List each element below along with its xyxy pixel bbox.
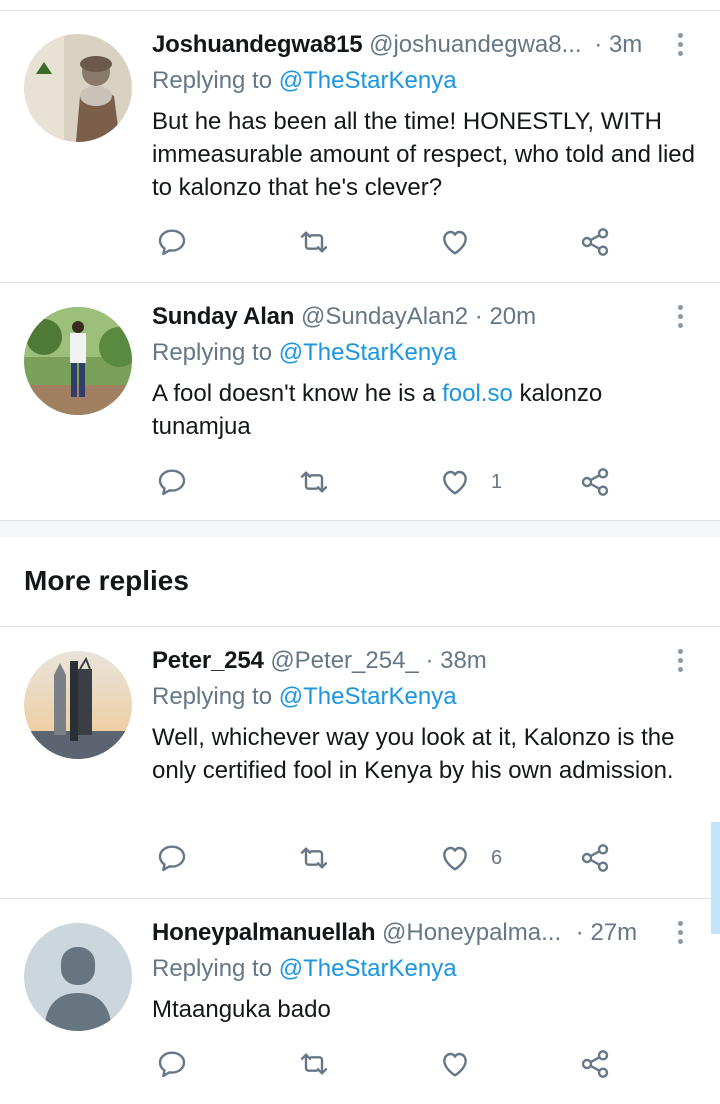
retweet-icon bbox=[300, 471, 328, 493]
retweet-icon bbox=[300, 1053, 328, 1075]
like-count: 6 bbox=[491, 846, 503, 869]
retweet-button[interactable] bbox=[298, 462, 330, 502]
replying-to-label: Replying to bbox=[152, 683, 273, 710]
share-icon bbox=[581, 844, 609, 872]
timestamp[interactable]: · 20m bbox=[475, 303, 536, 330]
share-button[interactable] bbox=[579, 838, 611, 878]
scrollbar[interactable] bbox=[711, 822, 720, 934]
avatar[interactable] bbox=[24, 307, 132, 415]
tweet-text: A fool doesn't know he is a fool.so kalo… bbox=[152, 377, 697, 443]
retweet-icon bbox=[300, 847, 328, 869]
timestamp[interactable]: · 27m bbox=[576, 919, 637, 946]
share-button[interactable] bbox=[579, 1044, 611, 1084]
top-divider bbox=[0, 10, 720, 11]
more-options-icon[interactable] bbox=[672, 30, 688, 60]
replying-to: Replying to @TheStarKenya bbox=[152, 66, 457, 96]
replying-to-link[interactable]: @TheStarKenya bbox=[279, 67, 457, 94]
replying-to-link[interactable]: @TheStarKenya bbox=[279, 683, 457, 710]
retweet-button[interactable] bbox=[298, 1044, 330, 1084]
more-options-icon[interactable] bbox=[672, 646, 688, 676]
replying-to-label: Replying to bbox=[152, 955, 273, 982]
avatar[interactable] bbox=[24, 923, 132, 1031]
like-icon bbox=[443, 846, 467, 871]
tweet-text: Well, whichever way you look at it, Kalo… bbox=[152, 724, 675, 784]
like-button[interactable] bbox=[439, 1044, 491, 1084]
reply-icon bbox=[158, 845, 186, 872]
user-handle[interactable]: @joshuandegwa8... bbox=[369, 31, 582, 58]
replying-to-label: Replying to bbox=[152, 67, 273, 94]
replying-to-link[interactable]: @TheStarKenya bbox=[279, 955, 457, 982]
like-icon bbox=[443, 470, 467, 495]
default-avatar-icon bbox=[24, 923, 132, 1031]
tweet-text-start: A fool doesn't know he is a bbox=[152, 380, 443, 407]
reply-button[interactable] bbox=[156, 1044, 188, 1084]
retweet-button[interactable] bbox=[298, 838, 330, 878]
reply-icon bbox=[158, 469, 186, 496]
share-button[interactable] bbox=[579, 462, 611, 502]
timestamp[interactable]: · 3m bbox=[594, 31, 642, 58]
share-button[interactable] bbox=[579, 222, 611, 262]
tweet-header: Peter_254 @Peter_254_ · 38m bbox=[152, 646, 487, 676]
divider bbox=[0, 626, 720, 627]
replying-to: Replying to @TheStarKenya bbox=[152, 682, 457, 712]
avatar[interactable] bbox=[24, 651, 132, 759]
reply-button[interactable] bbox=[156, 462, 188, 502]
replying-to: Replying to @TheStarKenya bbox=[152, 338, 457, 368]
like-count: 1 bbox=[491, 470, 503, 493]
display-name[interactable]: Honeypalmanuellah bbox=[152, 919, 376, 946]
more-options-icon[interactable] bbox=[672, 918, 688, 948]
tweet-header: Sunday Alan @SundayAlan2 · 20m bbox=[152, 302, 536, 332]
like-button[interactable]: 1 bbox=[439, 462, 502, 502]
reply-icon bbox=[158, 229, 186, 256]
replying-to-label: Replying to bbox=[152, 339, 273, 366]
like-button[interactable] bbox=[439, 222, 491, 262]
like-icon bbox=[443, 1052, 467, 1077]
avatar[interactable] bbox=[24, 34, 132, 142]
avatar-image bbox=[24, 651, 132, 759]
timestamp[interactable]: · 38m bbox=[425, 647, 486, 674]
retweet-button[interactable] bbox=[298, 222, 330, 262]
section-gap bbox=[0, 521, 720, 537]
tweet-link[interactable]: fool.so bbox=[442, 380, 513, 407]
display-name[interactable]: Joshuandegwa815 bbox=[152, 31, 363, 58]
share-icon bbox=[581, 1050, 609, 1078]
reply-button[interactable] bbox=[156, 222, 188, 262]
share-icon bbox=[581, 228, 609, 256]
retweet-icon bbox=[300, 231, 328, 253]
tweet-header: Honeypalmanuellah @Honeypalma... · 27m bbox=[152, 918, 637, 948]
tweet-text: Mtaanguka bado bbox=[152, 996, 331, 1023]
avatar-image bbox=[24, 34, 132, 142]
replying-to-link[interactable]: @TheStarKenya bbox=[279, 339, 457, 366]
tweet-text: But he has been all the time! HONESTLY, … bbox=[152, 108, 695, 201]
display-name[interactable]: Sunday Alan bbox=[152, 303, 294, 330]
more-replies-heading: More replies bbox=[24, 565, 189, 596]
user-handle[interactable]: @Peter_254_ bbox=[270, 647, 418, 674]
divider bbox=[0, 898, 720, 899]
reply-button[interactable] bbox=[156, 838, 188, 878]
share-icon bbox=[581, 468, 609, 496]
display-name[interactable]: Peter_254 bbox=[152, 647, 264, 674]
like-button[interactable]: 6 bbox=[439, 838, 502, 878]
avatar-image bbox=[24, 307, 132, 415]
more-options-icon[interactable] bbox=[672, 302, 688, 332]
user-handle[interactable]: @Honeypalma... bbox=[382, 919, 561, 946]
tweet-header: Joshuandegwa815 @joshuandegwa8... · 3m bbox=[152, 30, 642, 60]
replying-to: Replying to @TheStarKenya bbox=[152, 954, 457, 984]
user-handle[interactable]: @SundayAlan2 bbox=[301, 303, 468, 330]
like-icon bbox=[443, 230, 467, 255]
reply-icon bbox=[158, 1051, 186, 1078]
divider bbox=[0, 282, 720, 283]
